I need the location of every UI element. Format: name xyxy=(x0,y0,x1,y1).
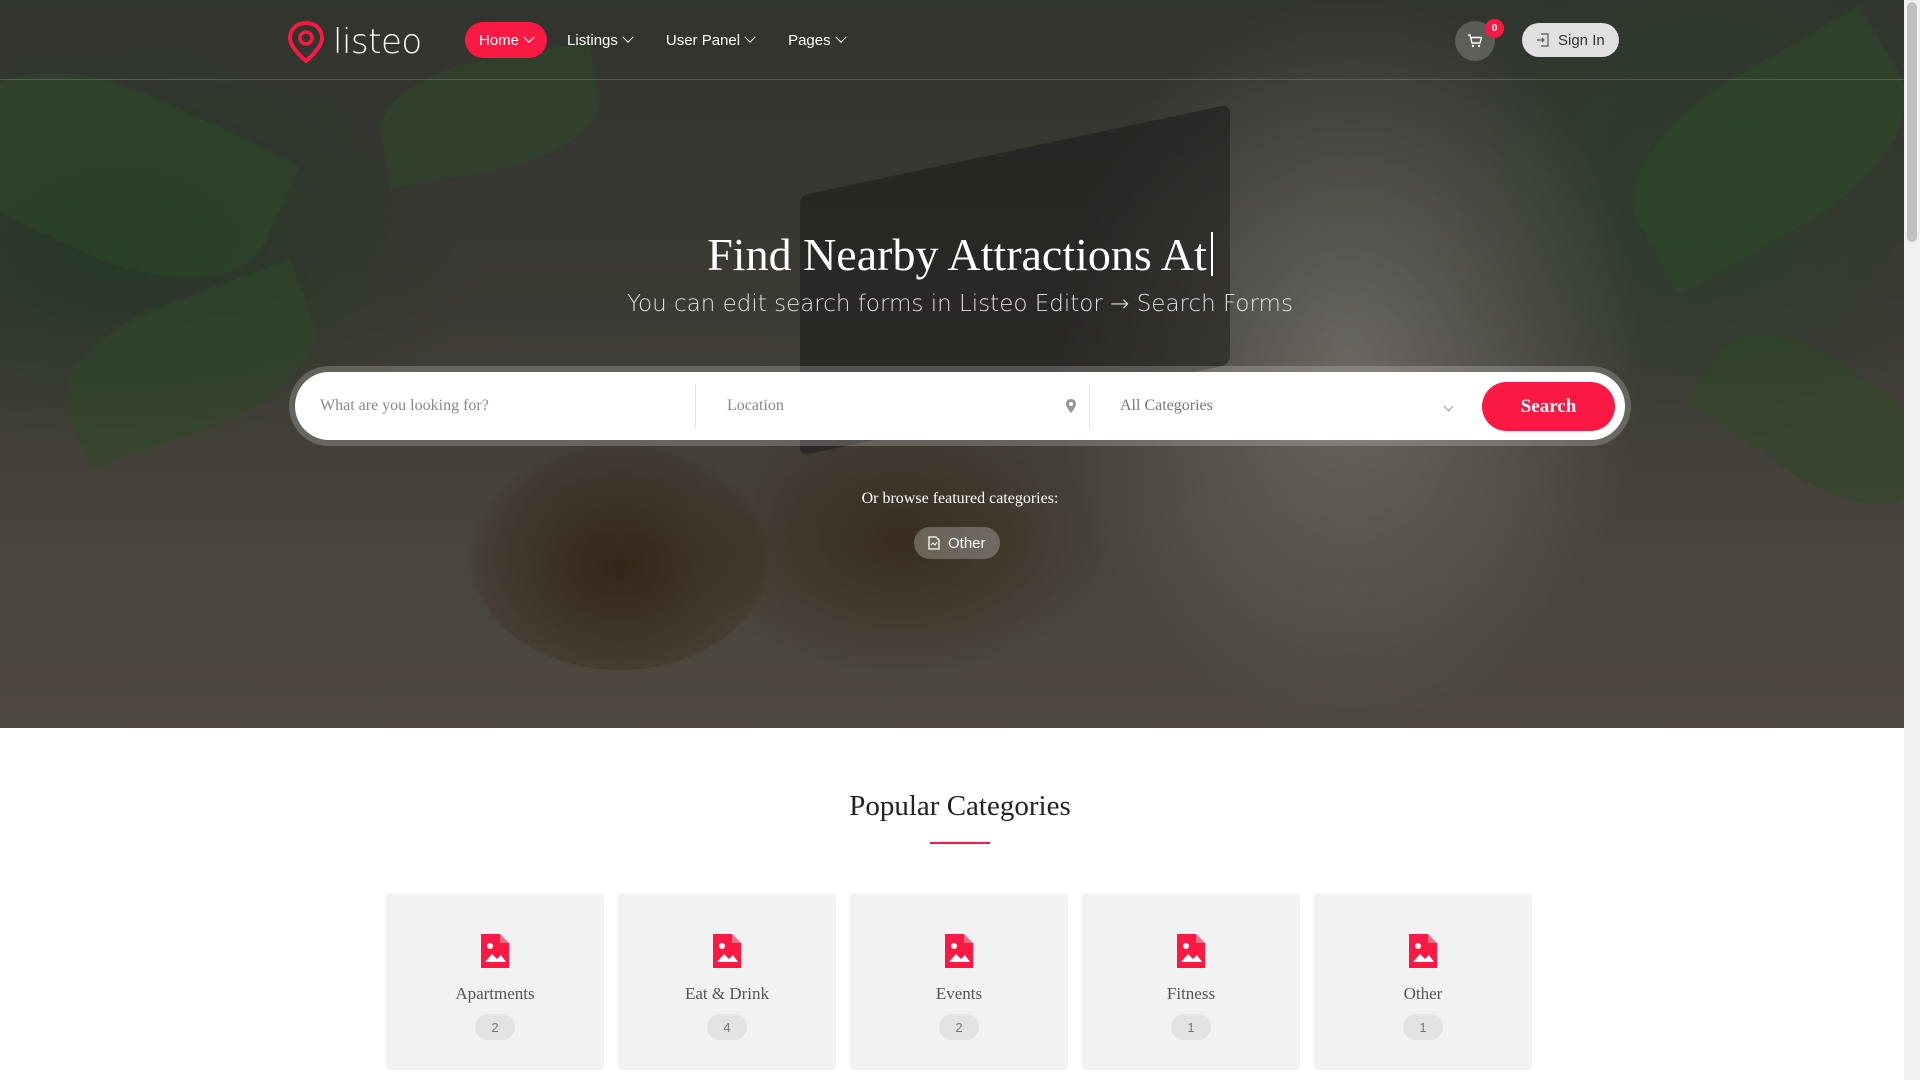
category-card-label: Apartments xyxy=(455,984,535,1003)
featured-chip-label: Other xyxy=(948,534,986,552)
nav-item-user-panel[interactable]: User Panel xyxy=(652,22,768,58)
search-form: What are you looking for? Location All C… xyxy=(295,372,1625,440)
category-card-label: Other xyxy=(1403,984,1443,1003)
keyword-search-input[interactable]: What are you looking for? xyxy=(320,386,690,426)
location-pin-icon[interactable] xyxy=(1065,398,1077,414)
category-card-apartments[interactable]: Apartments 2 xyxy=(386,894,604,1070)
cart-count-badge: 0 xyxy=(1485,19,1504,38)
nav-item-label: Listings xyxy=(567,31,618,49)
nav-item-label: User Panel xyxy=(665,31,741,49)
chevron-down-icon xyxy=(523,31,535,43)
image-file-icon xyxy=(945,934,973,968)
popular-categories-title: Popular Categories xyxy=(849,790,1071,822)
category-card-events[interactable]: Events 2 xyxy=(850,894,1068,1070)
image-file-icon xyxy=(1177,934,1205,968)
chevron-down-icon xyxy=(834,31,847,43)
featured-categories-label: Or browse featured categories: xyxy=(861,490,1059,507)
search-button[interactable]: Search xyxy=(1482,382,1615,431)
keyword-placeholder: What are you looking for? xyxy=(320,397,489,414)
chevron-down-icon xyxy=(1443,401,1454,411)
nav-item-home[interactable]: Home xyxy=(465,22,548,58)
location-placeholder: Location xyxy=(727,397,784,414)
chevron-down-icon xyxy=(622,31,634,43)
background-teapot xyxy=(470,440,770,670)
category-card-count: 4 xyxy=(707,1014,747,1040)
category-card-fitness[interactable]: Fitness 1 xyxy=(1082,894,1300,1070)
image-file-icon xyxy=(1409,934,1437,968)
nav-item-label: Home xyxy=(479,31,520,49)
typing-caret xyxy=(1210,232,1213,276)
title-underline xyxy=(930,842,990,844)
page-scrollbar[interactable] xyxy=(1904,0,1920,1080)
scrollbar-thumb[interactable] xyxy=(1907,2,1917,242)
image-file-icon xyxy=(713,934,741,968)
login-icon xyxy=(1537,33,1549,47)
site-logo[interactable]: listeo xyxy=(287,20,422,64)
category-card-other[interactable]: Other 1 xyxy=(1314,894,1532,1070)
sign-in-button[interactable]: Sign In xyxy=(1522,23,1619,57)
image-file-icon xyxy=(481,934,509,968)
hero-subtitle: You can edit search forms in Listeo Edit… xyxy=(627,291,1293,317)
cart-icon xyxy=(1468,34,1483,48)
hero-section xyxy=(0,0,1904,728)
cart-button[interactable]: 0 xyxy=(1455,19,1504,61)
chevron-down-icon xyxy=(744,31,756,43)
main-nav: Home Listings User Panel Pages xyxy=(465,22,859,58)
logo-text: listeo xyxy=(333,22,422,62)
hero-title: Find Nearby Attractions At xyxy=(0,228,1920,281)
nav-item-label: Pages xyxy=(788,31,831,49)
location-input[interactable]: Location xyxy=(727,386,1077,426)
map-pin-logo-icon xyxy=(287,20,325,64)
document-icon xyxy=(928,536,940,550)
nav-item-listings[interactable]: Listings xyxy=(553,22,646,58)
category-select[interactable]: All Categories xyxy=(1120,386,1460,426)
category-card-label: Eat & Drink xyxy=(684,984,770,1003)
featured-category-chip-other[interactable]: Other xyxy=(914,527,1000,559)
nav-item-pages[interactable]: Pages xyxy=(774,22,859,58)
category-card-count: 2 xyxy=(475,1014,515,1040)
category-card-count: 1 xyxy=(1171,1014,1211,1040)
hero-title-text: Find Nearby Attractions At xyxy=(707,229,1207,280)
sign-in-label: Sign In xyxy=(1558,31,1605,49)
category-cards: Apartments 2 Eat & Drink 4 Events 2 Fitn… xyxy=(386,894,1532,1070)
category-card-label: Fitness xyxy=(1166,984,1216,1003)
category-card-label: Events xyxy=(935,984,983,1003)
category-card-count: 1 xyxy=(1403,1014,1443,1040)
category-selected-value: All Categories xyxy=(1120,397,1213,414)
category-card-count: 2 xyxy=(939,1014,979,1040)
divider xyxy=(1089,384,1090,428)
divider xyxy=(695,384,696,428)
category-card-eat-drink[interactable]: Eat & Drink 4 xyxy=(618,894,836,1070)
